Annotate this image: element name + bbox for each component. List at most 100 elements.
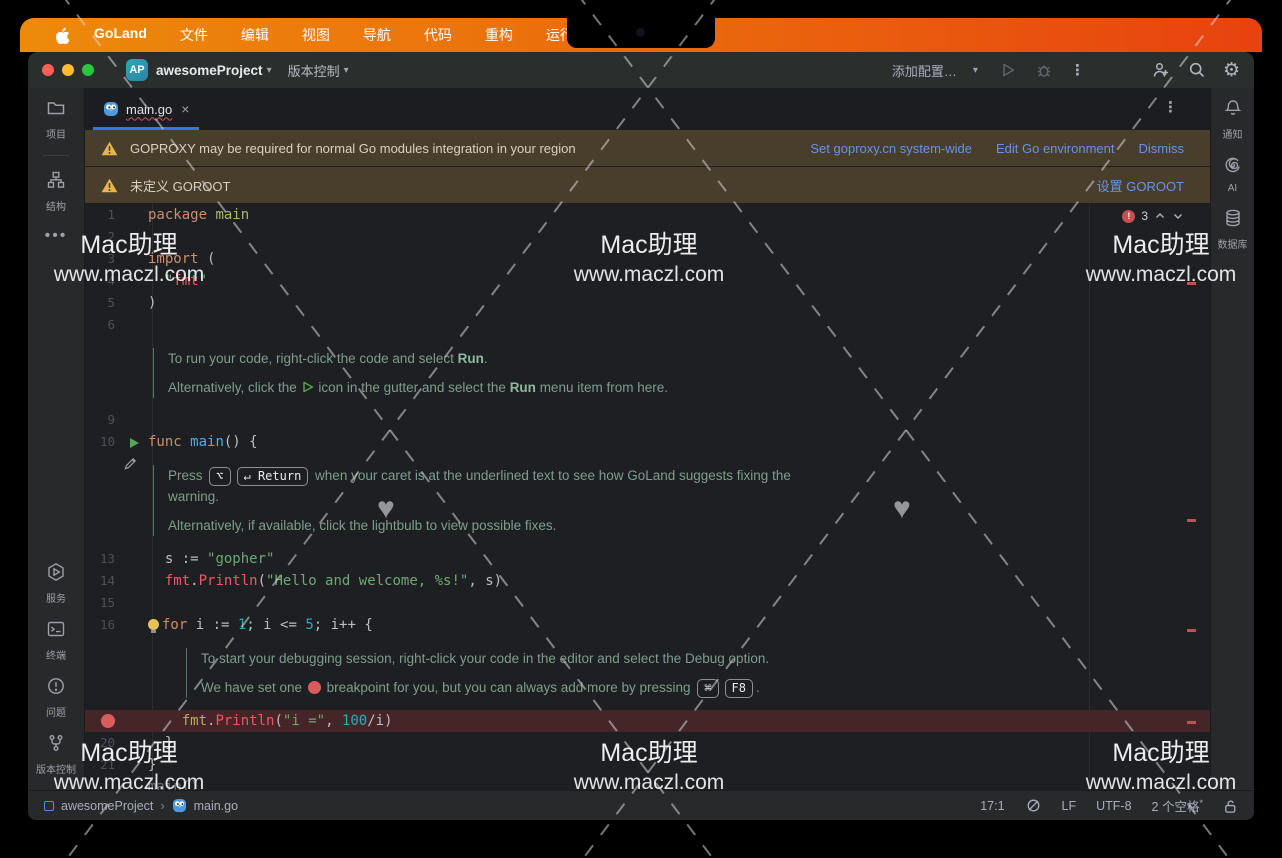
hint-paragraph: Alternatively, click the icon in the gut…: [168, 377, 1210, 398]
context-line[interactable]: main(): [85, 776, 1210, 788]
structure-icon: [46, 170, 66, 195]
code-line[interactable]: 9: [85, 409, 1210, 431]
code-line[interactable]: 4 "fmt": [85, 270, 1210, 292]
settings-gear-button[interactable]: ⚙: [1223, 59, 1240, 82]
minimize-window-button[interactable]: [62, 64, 74, 76]
gutter[interactable]: [119, 204, 148, 226]
code-with-me-button[interactable]: [1151, 60, 1171, 80]
run-configuration-selector[interactable]: 添加配置…: [892, 61, 957, 80]
gutter[interactable]: [119, 431, 148, 453]
code-line[interactable]: 2: [85, 226, 1210, 248]
hint-paragraph: Alternatively, if available, click the l…: [168, 515, 1210, 536]
lightbulb-icon[interactable]: [148, 619, 159, 630]
gutter[interactable]: [119, 710, 148, 732]
run-button[interactable]: [998, 60, 1018, 80]
indent-selector[interactable]: 2 个空格*: [1152, 796, 1203, 815]
gopher-file-icon: [172, 798, 187, 813]
unlocked-icon[interactable]: [1223, 798, 1238, 814]
prev-problem-icon[interactable]: [1154, 210, 1166, 222]
tool-window-button-terminal[interactable]: 终端: [36, 619, 76, 662]
menu-item-1[interactable]: 文件: [180, 25, 208, 45]
breadcrumb-project[interactable]: awesomeProject: [61, 799, 153, 813]
keycap: F8: [725, 679, 753, 698]
breadcrumb-file[interactable]: main.go: [194, 799, 238, 813]
gutter[interactable]: [119, 270, 148, 292]
caret-position[interactable]: 17:1: [980, 799, 1004, 813]
gutter[interactable]: [119, 292, 148, 314]
keycap: ⌥: [209, 467, 230, 486]
code-line[interactable]: fmt.Println("i =", 100/i): [85, 710, 1210, 732]
debug-button[interactable]: [1034, 60, 1054, 80]
tool-window-button-database[interactable]: 数据库: [1218, 208, 1248, 251]
menu-item-2[interactable]: 编辑: [241, 25, 269, 45]
code-line[interactable]: 20 }: [85, 732, 1210, 754]
code-line[interactable]: 6: [85, 314, 1210, 336]
run-gutter-icon[interactable]: [127, 435, 141, 457]
project-name-widget[interactable]: awesomeProject: [156, 63, 263, 78]
hint-paragraph: To start your debugging session, right-c…: [201, 648, 1210, 669]
banner-action-link[interactable]: Set goproxy.cn system-wide: [810, 141, 972, 156]
edit-pencil-icon[interactable]: [123, 456, 138, 475]
banner-action-link[interactable]: Dismiss: [1139, 141, 1185, 156]
zoom-window-button[interactable]: [82, 64, 94, 76]
banner-action-link[interactable]: Edit Go environment: [996, 141, 1115, 156]
gutter[interactable]: [119, 314, 148, 336]
gutter[interactable]: [119, 776, 148, 788]
tool-window-button-services[interactable]: 服务: [36, 562, 76, 605]
gutter[interactable]: [119, 732, 148, 754]
more-actions-button[interactable]: ⋮: [1070, 61, 1085, 79]
tool-window-button-ai[interactable]: AI: [1218, 155, 1248, 194]
code-line[interactable]: 13 s := "gopher": [85, 548, 1210, 570]
gutter[interactable]: [119, 754, 148, 776]
code-text: for i := 1; i <= 5; i++ {: [148, 614, 373, 636]
code-editor[interactable]: 1package main23import (4 "fmt"5)6To run …: [85, 204, 1210, 790]
close-tab-icon[interactable]: ×: [181, 101, 189, 117]
tool-window-button-folder[interactable]: 项目: [43, 98, 69, 141]
error-stripe-mark[interactable]: [1187, 629, 1196, 632]
tool-window-button-bell[interactable]: 通知: [1218, 98, 1248, 141]
tab-main-go[interactable]: main.go ×: [93, 88, 199, 130]
error-stripe-mark[interactable]: [1187, 721, 1196, 724]
banner-action-link[interactable]: 设置 GOROOT: [1097, 176, 1184, 195]
code-line[interactable]: 5): [85, 292, 1210, 314]
inspections-widget[interactable]: ! 3: [1122, 209, 1184, 223]
gutter[interactable]: [119, 409, 148, 431]
apple-menu-icon[interactable]: [54, 26, 72, 44]
menu-item-goland[interactable]: GoLand: [94, 25, 147, 45]
inline-hint-block: Press ⌥↵ Return when your caret is at th…: [85, 453, 1210, 548]
tool-window-button-structure[interactable]: 结构: [43, 170, 69, 213]
vcs-widget[interactable]: 版本控制: [288, 61, 340, 80]
menu-item-6[interactable]: 重构: [485, 25, 513, 45]
gutter[interactable]: [119, 226, 148, 248]
gutter[interactable]: [119, 548, 148, 570]
chevron-down-icon: ▾: [344, 65, 349, 76]
tool-window-button-problems[interactable]: 问题: [36, 676, 76, 719]
code-line[interactable]: 15: [85, 592, 1210, 614]
gutter[interactable]: [119, 592, 148, 614]
code-line[interactable]: 3import (: [85, 248, 1210, 270]
encoding-selector[interactable]: UTF-8: [1096, 799, 1131, 813]
line-ending-selector[interactable]: LF: [1062, 799, 1077, 813]
menu-item-4[interactable]: 导航: [363, 25, 391, 45]
code-text: main(): [148, 776, 199, 788]
menu-item-3[interactable]: 视图: [302, 25, 330, 45]
gutter[interactable]: [119, 248, 148, 270]
code-line[interactable]: 14 fmt.Println("Hello and welcome, %s!",…: [85, 570, 1210, 592]
search-everywhere-button[interactable]: [1187, 60, 1207, 80]
highlighting-level-icon[interactable]: [1025, 797, 1042, 814]
tool-window-button-vcs[interactable]: 版本控制: [36, 733, 76, 776]
tab-options-button[interactable]: ⋮: [1163, 98, 1178, 116]
gutter[interactable]: [119, 570, 148, 592]
code-line[interactable]: 10func main() {: [85, 431, 1210, 453]
gutter[interactable]: [119, 614, 148, 636]
code-line[interactable]: 1package main: [85, 204, 1210, 226]
menu-item-5[interactable]: 代码: [424, 25, 452, 45]
project-badge: AP: [126, 59, 148, 81]
error-stripe-mark[interactable]: [1187, 519, 1196, 522]
code-line[interactable]: 16for i := 1; i <= 5; i++ {: [85, 614, 1210, 636]
more-tool-windows-button[interactable]: •••: [45, 227, 68, 245]
error-stripe-mark[interactable]: [1187, 282, 1196, 285]
code-line[interactable]: 21}: [85, 754, 1210, 776]
close-window-button[interactable]: [42, 64, 54, 76]
next-problem-icon[interactable]: [1172, 210, 1184, 222]
